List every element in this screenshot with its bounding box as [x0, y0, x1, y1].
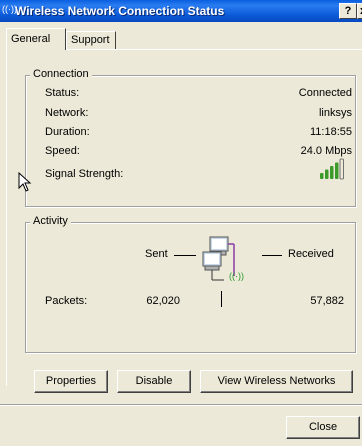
close-icon[interactable]: x: [357, 3, 362, 19]
view-wireless-networks-button[interactable]: View Wireless Networks: [200, 370, 353, 393]
signal-strength-label: Signal Strength:: [45, 168, 124, 180]
network-value: linksys: [318, 107, 352, 119]
status-label: Status:: [45, 87, 80, 99]
activity-heading: Activity: [30, 215, 71, 227]
packets-sent-value: 62,020: [146, 295, 180, 307]
signal-bar: [330, 166, 334, 179]
sent-label: Sent: [145, 248, 168, 260]
wireless-icon: ((·)): [2, 4, 16, 14]
properties-button[interactable]: Properties: [34, 370, 108, 393]
sent-line: [174, 255, 196, 256]
svg-text:((·)): ((·)): [229, 271, 244, 281]
received-label: Received: [288, 248, 334, 260]
packets-received-value: 57,882: [310, 295, 344, 307]
activity-group: Activity: [25, 215, 356, 353]
packets-divider: [221, 291, 222, 307]
help-button[interactable]: ?: [339, 3, 357, 19]
svg-text:((·)): ((·)): [2, 4, 16, 14]
signal-strength-icon: [320, 158, 344, 180]
tab-general[interactable]: General: [6, 28, 66, 50]
received-line: [262, 255, 282, 256]
network-label: Network:: [45, 107, 89, 119]
window-title: Wireless Network Connection Status: [15, 4, 225, 18]
tab-support[interactable]: Support: [66, 31, 116, 50]
signal-bar: [339, 158, 344, 180]
mouse-cursor-icon: [18, 172, 32, 192]
network-computers-icon: ((·)): [202, 236, 244, 281]
signal-bar: [325, 169, 329, 179]
disable-button[interactable]: Disable: [117, 370, 191, 393]
speed-label: Speed:: [45, 145, 80, 157]
speed-value: 24.0 Mbps: [300, 145, 352, 157]
connection-heading: Connection: [30, 68, 92, 80]
status-value: Connected: [298, 87, 352, 99]
duration-value: 11:18:55: [309, 126, 352, 138]
close-button[interactable]: Close: [286, 416, 360, 439]
signal-bar: [335, 162, 339, 179]
signal-bar: [320, 173, 324, 179]
bottom-separator: [0, 404, 362, 406]
title-bar[interactable]: ((·)) Wireless Network Connection Status…: [0, 0, 362, 22]
packets-label: Packets:: [45, 295, 88, 307]
duration-label: Duration:: [45, 126, 90, 138]
